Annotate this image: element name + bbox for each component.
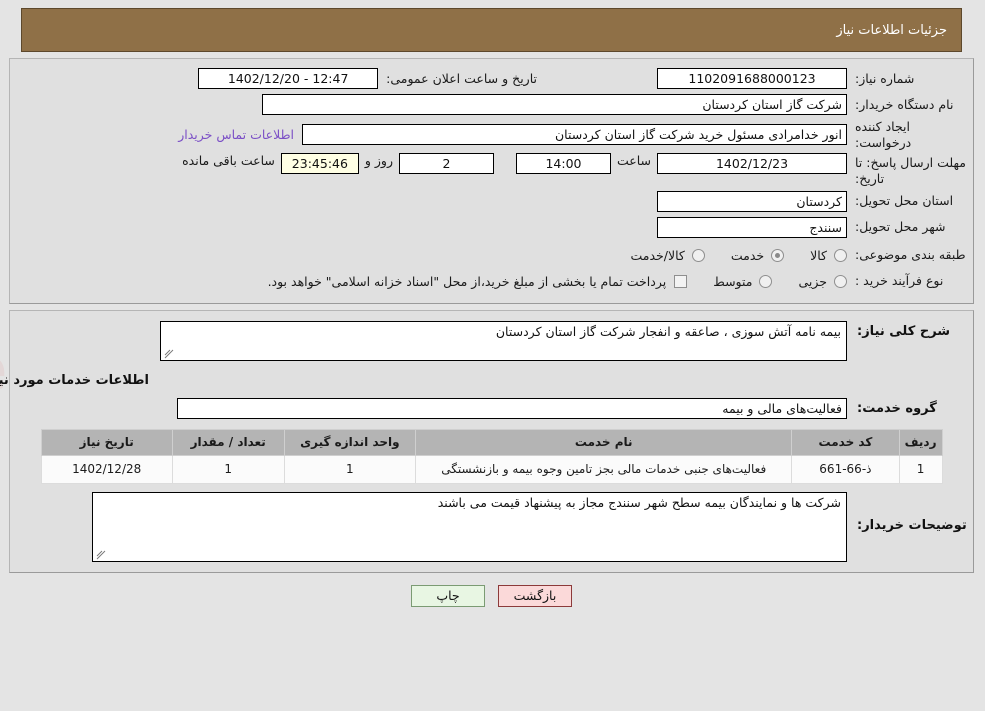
deadline-label: مهلت ارسال پاسخ: تا تاریخ:: [848, 153, 968, 186]
row-deadline: مهلت ارسال پاسخ: تا تاریخ: 1402/12/23 سا…: [17, 153, 968, 186]
creator-label: ایجاد کننده درخواست:: [856, 119, 913, 150]
table-header-row: ردیف کد خدمت نام خدمت واحد اندازه گیری ت…: [41, 428, 944, 456]
buyer-remarks-label: توضیحات خریدار:: [858, 517, 968, 533]
remaining-days-label: روز و: [365, 153, 394, 169]
announce-label: تاریخ و ساعت اعلان عمومی:: [387, 70, 538, 86]
city-label: شهر محل تحویل:: [856, 219, 947, 235]
service-items-table: ردیف کد خدمت نام خدمت واحد اندازه گیری ت…: [41, 428, 944, 484]
remaining-time-countdown: 23:45:46: [281, 153, 360, 175]
footer-actions: بازگشت چاپ: [0, 584, 985, 607]
radio-icon-khedmat[interactable]: [772, 248, 786, 262]
city-value: سنندج: [658, 216, 848, 238]
radio-label-kala: کالا: [811, 248, 828, 263]
cell-quantity: 1: [172, 454, 286, 484]
radio-option-khedmat[interactable]: خدمت: [731, 247, 786, 263]
announce-value: 12:47 - 1402/12/20: [199, 68, 380, 89]
deadline-label-line1: مهلت ارسال پاسخ: تا: [856, 155, 967, 171]
deadline-date-value: 1402/12/23: [658, 153, 848, 175]
row-category: طبقه بندی موضوعی: کالا خدمت کالا/خدمت: [17, 244, 968, 267]
cell-need-date: 1402/12/28: [41, 454, 174, 484]
buyer-contact-link[interactable]: اطلاعات تماس خریدار: [171, 127, 303, 142]
service-group-label: گروه خدمت:: [858, 400, 938, 416]
description-textarea[interactable]: بیمه نامه آتش سوزی ، صاعقه و انفجار شرکت…: [161, 320, 848, 361]
need-summary-panel: شماره نیاز: 1102091688000123 تاریخ و ساع…: [10, 58, 975, 304]
services-section-title: اطلاعات خدمات مورد نیاز: [0, 372, 150, 388]
th-quantity: تعداد / مقدار: [172, 428, 286, 456]
remaining-days-value: 2: [399, 153, 495, 175]
th-code: کد خدمت: [792, 428, 901, 456]
creator-value: انور خدامرادی مسئول خرید شرکت گاز استان …: [303, 124, 848, 146]
deadline-hour-label: ساعت: [617, 153, 652, 169]
row-service-group: گروه خدمت: فعالیت‌های مالی و بیمه: [17, 397, 968, 419]
back-button[interactable]: بازگشت: [499, 584, 573, 607]
buyer-remarks-textarea[interactable]: شرکت ها و نمایندگان بیمه سطح شهر سنندج م…: [93, 491, 848, 562]
cell-index: 1: [899, 454, 944, 484]
need-number-label: شماره نیاز:: [856, 70, 916, 86]
radio-icon-jozei[interactable]: [835, 274, 848, 288]
province-value: کردستان: [658, 190, 848, 212]
row-process: نوع فرآیند خرید : جزیی متوسط پرداخت تمام…: [17, 270, 968, 293]
resize-grip-icon[interactable]: [165, 349, 175, 359]
row-buyer-remarks: توضیحات خریدار: شرکت ها و نمایندگان بیمه…: [17, 491, 968, 562]
row-city: شهر محل تحویل: سنندج: [17, 216, 968, 239]
cell-name: فعالیت‌های جنبی خدمات مالی بجز تامین وجو…: [416, 454, 794, 484]
radio-label-motevasset: متوسط: [714, 274, 754, 289]
th-unit: واحد اندازه گیری: [284, 428, 418, 456]
treasury-bonds-text: پرداخت تمام یا بخشی از مبلغ خرید،از محل …: [268, 273, 668, 289]
cell-code: ذ-66-661: [792, 454, 901, 484]
radio-icon-kala-khedmat[interactable]: [692, 248, 706, 262]
process-label: نوع فرآیند خرید :: [856, 273, 945, 289]
province-label: استان محل تحویل:: [856, 193, 955, 209]
radio-label-kala-khedmat: کالا/خدمت: [631, 248, 686, 263]
th-index: ردیف: [899, 428, 944, 456]
description-label: شرح کلی نیاز:: [858, 323, 952, 339]
buyer-org-label: نام دستگاه خریدار:: [856, 96, 955, 112]
category-label: طبقه بندی موضوعی:: [856, 247, 967, 263]
row-province: استان محل تحویل: کردستان: [17, 190, 968, 213]
description-value: بیمه نامه آتش سوزی ، صاعقه و انفجار شرکت…: [496, 323, 842, 339]
buyer-org-value: شرکت گاز استان کردستان: [263, 94, 848, 115]
row-description: شرح کلی نیاز: بیمه نامه آتش سوزی ، صاعقه…: [17, 320, 968, 361]
need-number-value: 1102091688000123: [658, 68, 848, 89]
need-details-panel: شرح کلی نیاز: بیمه نامه آتش سوزی ، صاعقه…: [0, 309, 975, 573]
radio-option-kala[interactable]: کالا: [811, 247, 848, 263]
table-row: 1 ذ-66-661 فعالیت‌های جنبی خدمات مالی بج…: [41, 454, 944, 484]
radio-icon-kala[interactable]: [835, 248, 848, 262]
radio-option-jozei[interactable]: جزیی: [799, 273, 848, 289]
radio-icon-motevasset[interactable]: [760, 274, 774, 288]
radio-option-kala-khedmat[interactable]: کالا/خدمت: [631, 247, 706, 263]
row-need-number: شماره نیاز: 1102091688000123 تاریخ و ساع…: [17, 67, 968, 90]
radio-label-jozei: جزیی: [799, 274, 828, 289]
resize-grip-icon[interactable]: [97, 550, 107, 560]
row-creator: ایجاد کننده درخواست: انور خدامرادی مسئول…: [17, 119, 968, 150]
service-group-value: فعالیت‌های مالی و بیمه: [178, 397, 848, 419]
buyer-remarks-value: شرکت ها و نمایندگان بیمه سطح شهر سنندج م…: [438, 494, 842, 510]
page-title: جزئیات اطلاعات نیاز: [837, 22, 948, 38]
th-name: نام خدمت: [416, 428, 794, 456]
print-button[interactable]: چاپ: [412, 584, 486, 607]
remaining-time-label: ساعت باقی مانده: [183, 153, 276, 169]
page-header: جزئیات اطلاعات نیاز: [22, 8, 963, 52]
deadline-hour-value: 14:00: [516, 153, 612, 175]
radio-label-khedmat: خدمت: [731, 248, 766, 263]
cell-unit: 1: [284, 454, 418, 484]
treasury-bonds-checkbox[interactable]: [675, 274, 689, 288]
deadline-label-line2: تاریخ:: [856, 170, 886, 186]
th-need-date: تاریخ نیاز: [41, 428, 174, 456]
radio-option-motevasset[interactable]: متوسط: [714, 273, 774, 289]
row-buyer-org: نام دستگاه خریدار: شرکت گاز استان کردستا…: [17, 93, 968, 116]
